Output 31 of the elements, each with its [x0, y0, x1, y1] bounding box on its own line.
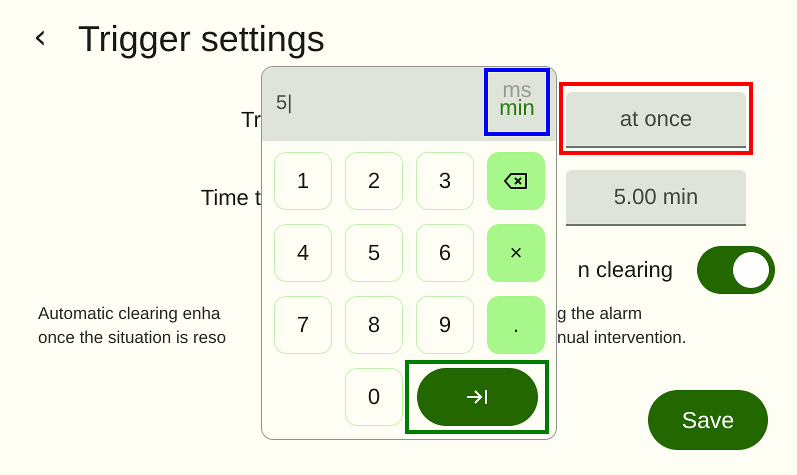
backspace-button[interactable]: [487, 152, 545, 210]
digit-key[interactable]: 1: [274, 152, 332, 210]
setting-label: Tr: [240, 107, 261, 133]
enter-button[interactable]: [416, 368, 538, 426]
page-title: Trigger settings: [78, 18, 325, 60]
digit-key[interactable]: 3: [416, 152, 474, 210]
value-field[interactable]: at once: [566, 92, 746, 148]
description-text: Automatic clearing enha: [38, 303, 222, 325]
digit-key[interactable]: 6: [416, 224, 474, 282]
description-text: g the alarm: [557, 303, 642, 325]
digit-key[interactable]: 8: [345, 296, 403, 354]
description-text: once the situation is reso: [38, 327, 228, 349]
back-button[interactable]: ‹: [28, 20, 52, 58]
keypad-key[interactable]: .: [487, 296, 545, 354]
digit-key[interactable]: 7: [274, 296, 332, 354]
keypad-key[interactable]: ×: [487, 224, 545, 282]
digit-key[interactable]: 5: [345, 224, 403, 282]
save-button[interactable]: Save: [648, 390, 768, 450]
description-text: nual intervention.: [557, 327, 686, 349]
unit-picker[interactable]: ms min: [488, 72, 546, 132]
digit-key[interactable]: 2: [345, 152, 403, 210]
value-field[interactable]: 5.00 min: [566, 170, 746, 226]
setting-label: n clearing: [576, 257, 673, 283]
toggle-switch[interactable]: [697, 246, 775, 294]
digit-key[interactable]: 9: [416, 296, 474, 354]
setting-label: Time t: [200, 185, 261, 211]
tab-arrow-icon: [466, 388, 488, 406]
input-field[interactable]: 5|: [276, 92, 292, 115]
backspace-icon: [504, 173, 528, 189]
digit-key[interactable]: 4: [274, 224, 332, 282]
digit-key[interactable]: 0: [345, 368, 403, 426]
